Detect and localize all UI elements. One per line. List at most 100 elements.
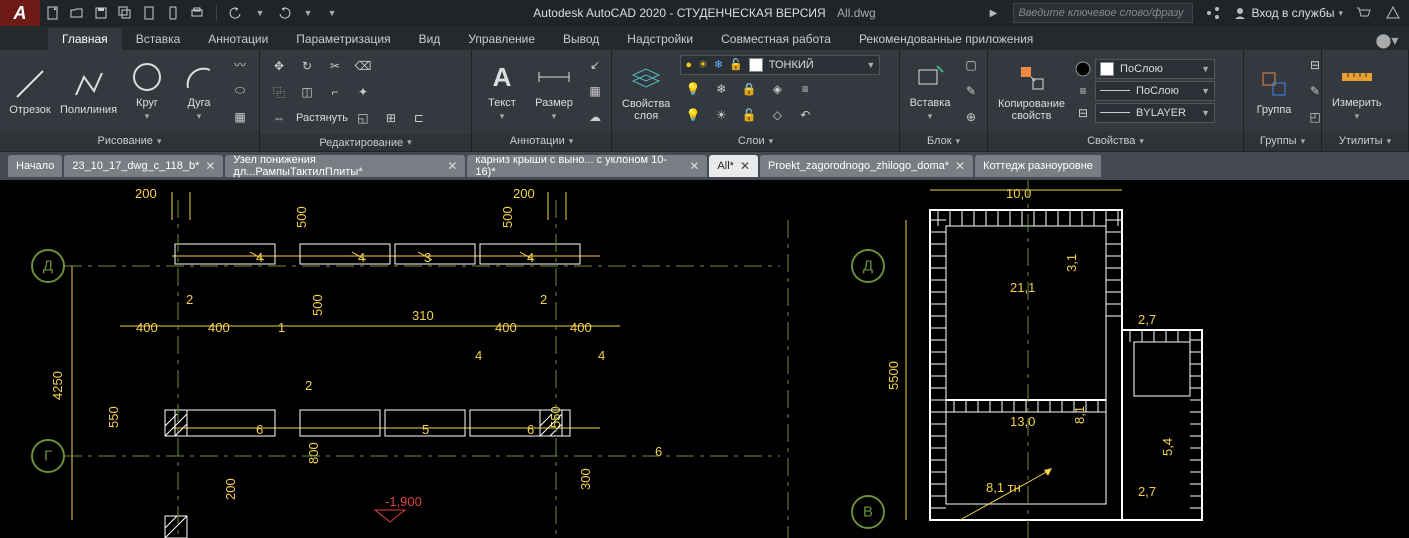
layer-combo[interactable]: ●☀❄🔓 ТОНКИЙ ▼ [680, 55, 880, 75]
dim-button[interactable]: Размер▾ [530, 57, 578, 124]
array-icon[interactable]: ⊞ [378, 106, 404, 130]
filetab-6[interactable]: Коттедж разноуровне [975, 155, 1101, 177]
create-block-icon[interactable]: ▢ [958, 53, 984, 77]
share-icon[interactable] [1203, 3, 1223, 23]
panel-group[interactable]: Группы▾ [1244, 131, 1321, 151]
panel-annot[interactable]: Аннотации▾ [472, 131, 611, 151]
filetab-1[interactable]: 23_10_17_dwg_c_118_b*✕ [64, 155, 223, 177]
filetab-start[interactable]: Начало [8, 155, 62, 177]
menubar-toggle-icon[interactable]: ⬤▾ [1377, 30, 1397, 50]
cart-icon[interactable] [1353, 3, 1373, 23]
close-icon[interactable]: ✕ [955, 159, 965, 173]
ellipse-icon[interactable]: ⬭ [227, 79, 253, 103]
layer-on-icon[interactable]: 💡 [680, 103, 706, 127]
linetype-combo[interactable]: BYLAYER▼ [1095, 103, 1215, 123]
redo-dropdown[interactable]: ▼ [299, 4, 317, 22]
panel-block[interactable]: Блок▾ [900, 131, 987, 151]
drawing-canvas[interactable]: 200 200 500 500 Д Д 4 4 3 4 2 2 500 400 … [0, 180, 1409, 538]
layer-freeze-icon[interactable]: ❄ [708, 77, 734, 101]
search-input[interactable]: Введите ключевое слово/фразу [1013, 3, 1193, 23]
close-icon[interactable]: ✕ [447, 159, 457, 173]
lineweight-combo[interactable]: ПоСлою▼ [1095, 81, 1215, 101]
layer-prev-icon[interactable]: ↶ [792, 103, 818, 127]
rotate-icon[interactable]: ↻ [294, 54, 320, 78]
plot-icon[interactable] [188, 4, 206, 22]
matchprop-button[interactable]: Копирование свойств [994, 58, 1069, 124]
move-icon[interactable]: ✥ [266, 54, 292, 78]
table-icon[interactable]: ▦ [582, 79, 608, 103]
panel-util[interactable]: Утилиты▾ [1322, 131, 1408, 151]
edit-block-icon[interactable]: ✎ [958, 79, 984, 103]
autodesk-icon[interactable] [1383, 3, 1403, 23]
new-icon[interactable] [44, 4, 62, 22]
tab-parametric[interactable]: Параметризация [282, 28, 404, 50]
web-icon[interactable] [140, 4, 158, 22]
open-icon[interactable] [68, 4, 86, 22]
save-icon[interactable] [92, 4, 110, 22]
layerprops-button[interactable]: Свойства слоя [618, 58, 674, 124]
copy-icon[interactable]: ⿻ [266, 80, 292, 104]
mirror-icon[interactable]: ◫ [294, 80, 320, 104]
cloud-icon[interactable]: ☁ [582, 105, 608, 129]
color-combo[interactable]: ПоСлою▼ [1095, 59, 1215, 79]
filetab-3[interactable]: карниз крыши с выно... с уклоном 10-16)*… [467, 155, 707, 177]
layer-unlock-icon[interactable]: 🔓 [736, 103, 762, 127]
panel-props[interactable]: Свойства▾ [988, 131, 1243, 151]
insert-button[interactable]: Вставка▾ [906, 57, 954, 124]
filetab-2[interactable]: Узел понижения дл...РампыТактилПлиты*✕ [225, 155, 465, 177]
tab-annotate[interactable]: Аннотации [194, 28, 282, 50]
tab-featured[interactable]: Рекомендованные приложения [845, 28, 1047, 50]
tab-view[interactable]: Вид [405, 28, 455, 50]
tab-insert[interactable]: Вставка [122, 28, 195, 50]
login-button[interactable]: Вход в службы ▾ [1233, 6, 1343, 20]
svg-text:500: 500 [500, 206, 515, 228]
undo-icon[interactable] [227, 4, 245, 22]
qat-more-dropdown[interactable]: ▼ [323, 4, 341, 22]
attr-icon[interactable]: ⊕ [958, 105, 984, 129]
tab-output[interactable]: Вывод [549, 28, 613, 50]
tab-addins[interactable]: Надстройки [613, 28, 707, 50]
offset-icon[interactable]: ⊏ [406, 106, 432, 130]
text-button[interactable]: AТекст▾ [478, 57, 526, 124]
close-icon[interactable]: ✕ [740, 159, 750, 173]
play-icon[interactable]: ▶ [983, 3, 1003, 23]
panel-edit[interactable]: Редактирование▾ [260, 134, 471, 151]
close-icon[interactable]: ✕ [689, 159, 699, 173]
filetab-5[interactable]: Proekt_zagorodnogo_zhilogo_doma*✕ [760, 155, 973, 177]
line-button[interactable]: Отрезок [6, 64, 54, 118]
panel-draw[interactable]: Рисование▾ [0, 131, 259, 151]
layer-thaw-icon[interactable]: ☀ [708, 103, 734, 127]
svg-text:5,4: 5,4 [1160, 438, 1175, 456]
layer-iso-icon[interactable]: ◈ [764, 77, 790, 101]
panel-layers[interactable]: Слои▾ [612, 131, 899, 151]
leader-icon[interactable]: ↙ [582, 53, 608, 77]
layer-match-icon[interactable]: ≡ [792, 77, 818, 101]
arc-button[interactable]: Дуга▾ [175, 57, 223, 124]
tab-collab[interactable]: Совместная работа [707, 28, 845, 50]
saveas-icon[interactable] [116, 4, 134, 22]
tab-manage[interactable]: Управление [454, 28, 549, 50]
polyline-button[interactable]: Полилиния [58, 64, 119, 118]
circle-button[interactable]: Круг▾ [123, 57, 171, 124]
undo-dropdown[interactable]: ▼ [251, 4, 269, 22]
stretch-icon[interactable]: ⇔ [266, 106, 292, 130]
spline-icon[interactable]: 〰 [227, 53, 253, 77]
hatch-icon[interactable]: ▦ [227, 105, 253, 129]
layer-lock-icon[interactable]: 🔒 [736, 77, 762, 101]
erase-icon[interactable]: ⌫ [350, 54, 376, 78]
filetab-active[interactable]: All*✕ [709, 155, 758, 177]
trim-icon[interactable]: ✂ [322, 54, 348, 78]
explode-icon[interactable]: ✦ [350, 80, 376, 104]
close-icon[interactable]: ✕ [205, 159, 215, 173]
measure-button[interactable]: Измерить▾ [1328, 57, 1386, 124]
app-logo[interactable]: A [0, 0, 40, 26]
mobile-icon[interactable] [164, 4, 182, 22]
layer-off-icon[interactable]: 💡 [680, 77, 706, 101]
tab-home[interactable]: Главная [48, 28, 122, 50]
fillet-icon[interactable]: ⌐ [322, 80, 348, 104]
svg-text:Д: Д [863, 258, 873, 275]
group-button[interactable]: Группа [1250, 64, 1298, 118]
scale-icon[interactable]: ◱ [350, 106, 376, 130]
layer-uniso-icon[interactable]: ◇ [764, 103, 790, 127]
redo-icon[interactable] [275, 4, 293, 22]
